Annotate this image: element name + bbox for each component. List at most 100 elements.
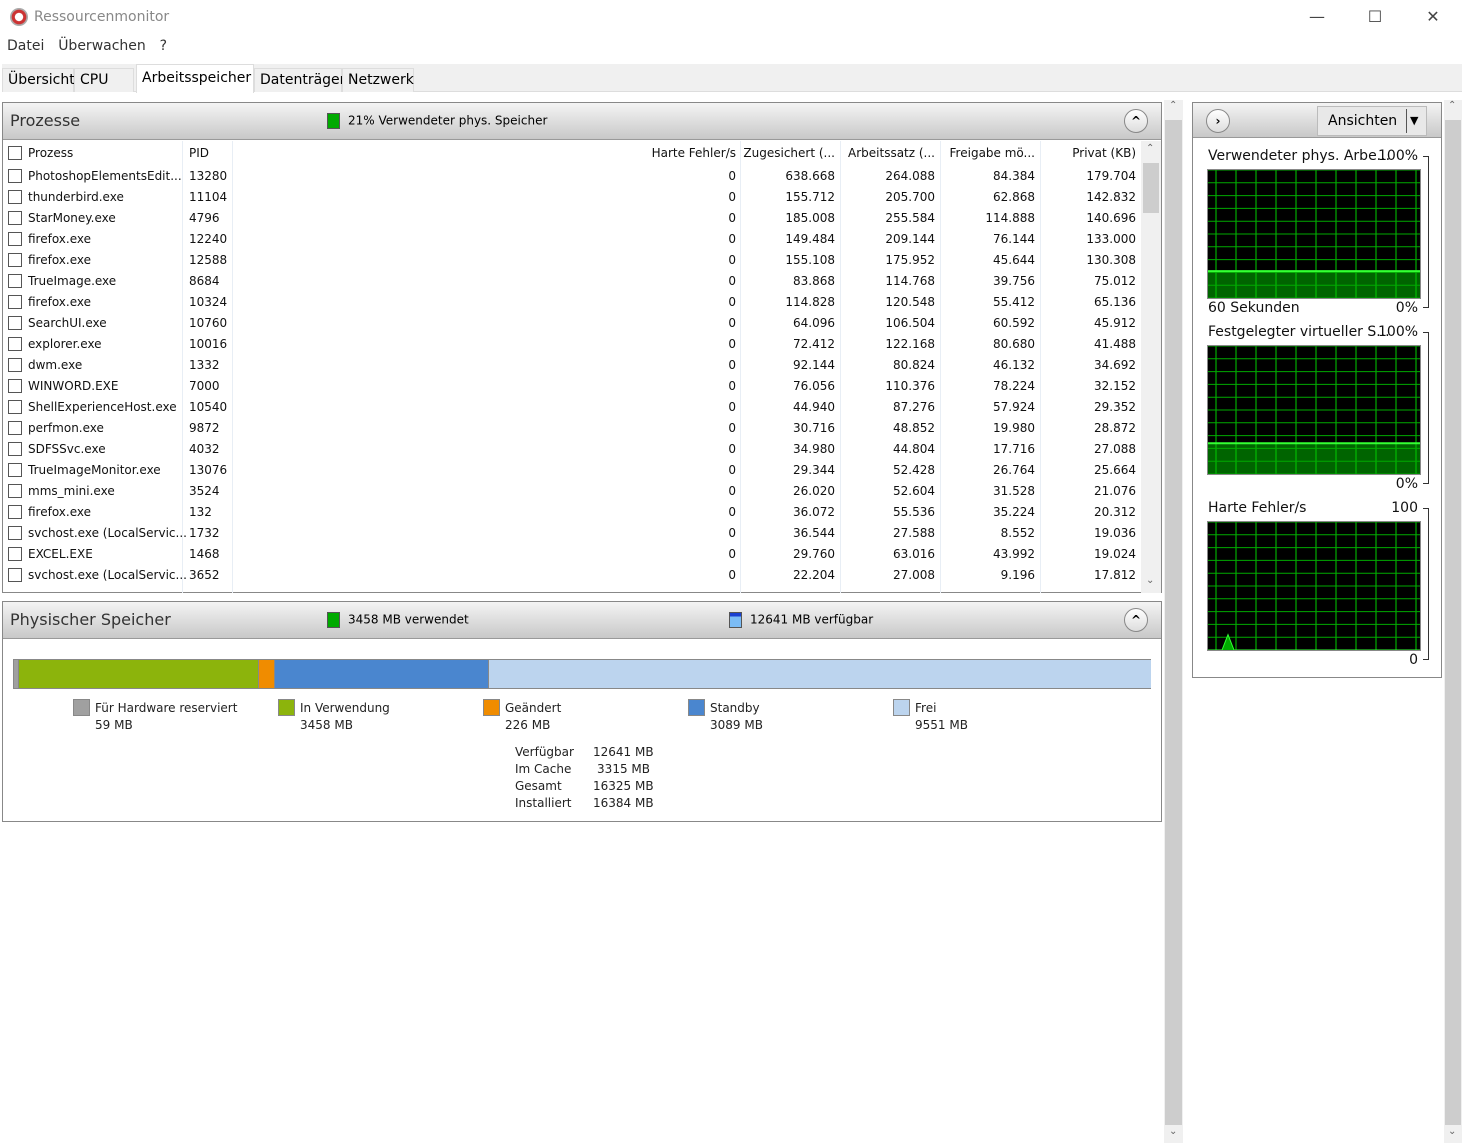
tab-arbeitsspeicher[interactable]: Arbeitsspeicher bbox=[136, 64, 254, 93]
process-checkbox[interactable] bbox=[8, 358, 22, 372]
process-private: 142.832 bbox=[1086, 190, 1136, 204]
column-prozess[interactable]: Prozess bbox=[28, 146, 73, 160]
process-private: 34.692 bbox=[1094, 358, 1136, 372]
table-row[interactable]: SearchUI.exe 10760 0 64.096 106.504 60.592 45… bbox=[3, 313, 1141, 334]
minimize-button[interactable]: — bbox=[1294, 4, 1340, 30]
process-checkbox[interactable] bbox=[8, 295, 22, 309]
process-checkbox[interactable] bbox=[8, 442, 22, 456]
main-scrollbar[interactable]: ⌃ ⌄ bbox=[1164, 100, 1183, 1143]
process-hard-faults: 0 bbox=[728, 295, 736, 309]
column-harte-fehler[interactable]: Harte Fehler/s bbox=[652, 146, 736, 160]
tab-cpu[interactable]: CPU bbox=[74, 68, 134, 92]
process-shareable: 9.196 bbox=[1000, 568, 1035, 582]
process-checkbox[interactable] bbox=[8, 253, 22, 267]
table-row[interactable]: TrueImageMonitor.exe 13076 0 29.344 52.428 2… bbox=[3, 460, 1141, 481]
process-checkbox[interactable] bbox=[8, 505, 22, 519]
process-hard-faults: 0 bbox=[728, 526, 736, 540]
process-checkbox[interactable] bbox=[8, 337, 22, 351]
process-checkbox[interactable] bbox=[8, 400, 22, 414]
process-checkbox[interactable] bbox=[8, 190, 22, 204]
table-row[interactable]: mms_mini.exe 3524 0 26.020 52.604 31.528 21.0… bbox=[3, 481, 1141, 502]
dropdown-arrow-icon[interactable]: ▼ bbox=[1410, 114, 1418, 127]
table-row[interactable]: firefox.exe 10324 0 114.828 120.548 55.412 65… bbox=[3, 292, 1141, 313]
menu-help[interactable]: ? bbox=[160, 38, 167, 54]
physical-memory-header[interactable]: Physischer Speicher 3458 MB verwendet 12… bbox=[3, 602, 1161, 639]
views-button[interactable]: Ansichten ▼ bbox=[1317, 106, 1427, 136]
process-working-set: 122.168 bbox=[885, 337, 935, 351]
scroll-up-icon[interactable]: ⌃ bbox=[1169, 100, 1177, 111]
scroll-down-icon[interactable]: ⌄ bbox=[1146, 575, 1154, 586]
process-commit: 29.760 bbox=[793, 547, 835, 561]
scroll-thumb[interactable] bbox=[1445, 120, 1461, 1125]
process-checkbox[interactable] bbox=[8, 316, 22, 330]
process-commit: 36.072 bbox=[793, 505, 835, 519]
table-row[interactable]: WINWORD.EXE 7000 0 76.056 110.376 78.224 32.1… bbox=[3, 376, 1141, 397]
side-scrollbar[interactable]: ⌃ ⌄ bbox=[1444, 100, 1462, 1143]
menu-datei[interactable]: Datei bbox=[7, 38, 44, 54]
tab-netzwerk[interactable]: Netzwerk bbox=[342, 68, 414, 92]
process-checkbox[interactable] bbox=[8, 463, 22, 477]
legend-value: 3458 MB bbox=[300, 718, 353, 732]
collapse-physical-button[interactable]: ^ bbox=[1124, 608, 1148, 632]
memory-segment bbox=[488, 660, 1152, 688]
scroll-thumb[interactable] bbox=[1165, 120, 1182, 1125]
table-row[interactable]: firefox.exe 12240 0 149.484 209.144 76.144 13… bbox=[3, 229, 1141, 250]
process-shareable: 17.716 bbox=[993, 442, 1035, 456]
close-button[interactable]: ✕ bbox=[1410, 4, 1456, 30]
table-row[interactable]: StarMoney.exe 4796 0 185.008 255.584 114.888… bbox=[3, 208, 1141, 229]
scroll-up-icon[interactable]: ⌃ bbox=[1448, 100, 1456, 111]
process-pid: 11104 bbox=[189, 190, 228, 204]
table-row[interactable]: SDFSSvc.exe 4032 0 34.980 44.804 17.716 27.08… bbox=[3, 439, 1141, 460]
table-row[interactable]: thunderbird.exe 11104 0 155.712 205.700 62.8… bbox=[3, 187, 1141, 208]
graph-chart bbox=[1207, 169, 1421, 299]
process-checkbox[interactable] bbox=[8, 568, 22, 582]
table-row[interactable]: svchost.exe (LocalServic... 3652 0 22.204 2… bbox=[3, 565, 1141, 586]
scroll-down-icon[interactable]: ⌄ bbox=[1169, 1126, 1177, 1137]
process-pid: 8684 bbox=[189, 274, 220, 288]
process-commit: 29.344 bbox=[793, 463, 835, 477]
process-checkbox[interactable] bbox=[8, 211, 22, 225]
process-checkbox[interactable] bbox=[8, 274, 22, 288]
table-row[interactable]: dwm.exe 1332 0 92.144 80.824 46.132 34.692 bbox=[3, 355, 1141, 376]
column-pid[interactable]: PID bbox=[189, 146, 209, 160]
tab-uebersicht[interactable]: Übersicht bbox=[2, 68, 75, 92]
table-row[interactable]: PhotoshopElementsEdit... 13280 0 638.668 26… bbox=[3, 166, 1141, 187]
toggle-side-panel-button[interactable]: › bbox=[1206, 109, 1230, 133]
maximize-button[interactable]: ☐ bbox=[1352, 4, 1398, 30]
column-arbeitssatz[interactable]: Arbeitssatz (... bbox=[848, 146, 935, 160]
process-checkbox[interactable] bbox=[8, 379, 22, 393]
table-row[interactable]: firefox.exe 132 0 36.072 55.536 35.224 20.312 bbox=[3, 502, 1141, 523]
column-zugesichert[interactable]: Zugesichert (... bbox=[743, 146, 835, 160]
process-checkbox[interactable] bbox=[8, 547, 22, 561]
legend-label: Frei bbox=[915, 701, 937, 715]
processes-scrollbar[interactable]: ⌃ ⌄ bbox=[1141, 141, 1161, 593]
table-row[interactable]: svchost.exe (LocalServic... 1732 0 36.544 2… bbox=[3, 523, 1141, 544]
process-pid: 132 bbox=[189, 505, 212, 519]
summary-value: 12641 MB bbox=[593, 745, 654, 759]
column-freigabe[interactable]: Freigabe mö... bbox=[950, 146, 1035, 160]
process-checkbox[interactable] bbox=[8, 169, 22, 183]
collapse-processes-button[interactable]: ^ bbox=[1124, 109, 1148, 133]
table-row[interactable]: explorer.exe 10016 0 72.412 122.168 80.680 41… bbox=[3, 334, 1141, 355]
process-name: EXCEL.EXE bbox=[28, 547, 93, 561]
available-label: 12641 MB verfügbar bbox=[750, 612, 874, 627]
process-checkbox[interactable] bbox=[8, 484, 22, 498]
process-checkbox[interactable] bbox=[8, 421, 22, 435]
table-row[interactable]: perfmon.exe 9872 0 30.716 48.852 19.980 28.87… bbox=[3, 418, 1141, 439]
table-row[interactable]: TrueImage.exe 8684 0 83.868 114.768 39.756 75… bbox=[3, 271, 1141, 292]
process-checkbox[interactable] bbox=[8, 232, 22, 246]
tab-datentraeger[interactable]: Datenträger bbox=[254, 68, 345, 92]
processes-header[interactable]: Prozesse 21% Verwendeter phys. Speicher … bbox=[3, 103, 1161, 140]
scroll-down-icon[interactable]: ⌄ bbox=[1448, 1126, 1456, 1137]
select-all-checkbox[interactable] bbox=[8, 146, 22, 160]
process-commit: 22.204 bbox=[793, 568, 835, 582]
scroll-up-icon[interactable]: ⌃ bbox=[1146, 143, 1154, 154]
process-checkbox[interactable] bbox=[8, 526, 22, 540]
menu-ueberwachen[interactable]: Überwachen bbox=[58, 38, 146, 54]
legend-value: 226 MB bbox=[505, 718, 551, 732]
table-row[interactable]: firefox.exe 12588 0 155.108 175.952 45.644 13… bbox=[3, 250, 1141, 271]
table-row[interactable]: ShellExperienceHost.exe 10540 0 44.940 87.2… bbox=[3, 397, 1141, 418]
table-row[interactable]: EXCEL.EXE 1468 0 29.760 63.016 43.992 19.024 bbox=[3, 544, 1141, 565]
scroll-thumb[interactable] bbox=[1143, 163, 1159, 213]
column-privat[interactable]: Privat (KB) bbox=[1072, 146, 1136, 160]
